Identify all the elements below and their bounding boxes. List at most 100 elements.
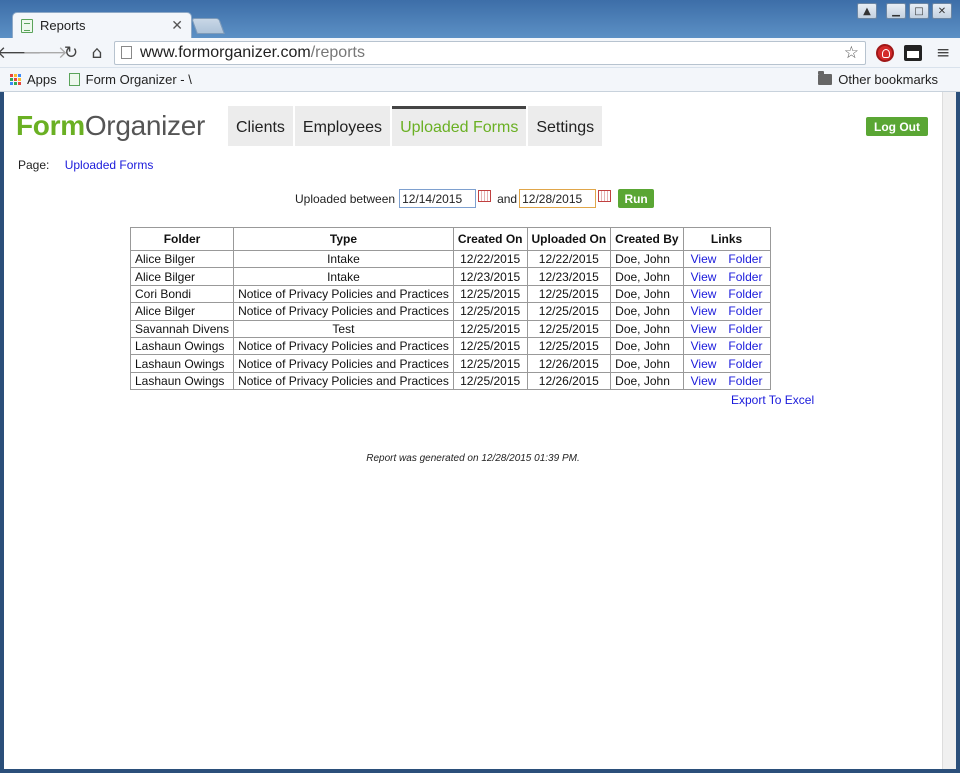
maximize-button[interactable]: □ (909, 3, 929, 19)
run-button[interactable]: Run (618, 189, 655, 208)
folder-link[interactable]: Folder (728, 270, 762, 284)
bookmark-apps[interactable]: Apps (10, 72, 57, 87)
window-frame (0, 769, 960, 773)
logo-organizer: Organizer (84, 110, 206, 141)
cell-created-by: Doe, John (610, 302, 684, 321)
cell-links: View Folder (682, 336, 771, 356)
bookmark-form-organizer[interactable]: Form Organizer - \ (68, 72, 192, 87)
minimize-button[interactable]: ▁ (886, 3, 906, 19)
folder-link[interactable]: Folder (728, 374, 762, 388)
user-profile-icon[interactable]: ▲ (857, 3, 877, 19)
calendar-icon[interactable] (478, 189, 492, 202)
bookmark-form-organizer-label: Form Organizer - \ (85, 72, 192, 87)
bookmark-other-label: Other bookmarks (838, 72, 938, 87)
cell-uploaded-on: 12/25/2015 (526, 319, 612, 338)
window-controls: ▲ ▁ □ ✕ (857, 3, 952, 19)
col-header-links: Links (682, 227, 771, 251)
view-link[interactable]: View (691, 322, 717, 336)
view-link[interactable]: View (691, 374, 717, 388)
nav-tab-clients[interactable]: Clients (228, 106, 293, 146)
tab-close-icon[interactable]: ✕ (171, 18, 183, 34)
col-header-uploaded-on: Uploaded On (526, 227, 612, 251)
folder-link[interactable]: Folder (728, 339, 762, 353)
table-row: Lashaun Owings Notice of Privacy Policies… (129, 354, 771, 373)
folder-link[interactable]: Folder (728, 252, 762, 266)
start-date-input[interactable]: 12/14/2015 (399, 189, 477, 208)
nav-tab-employees[interactable]: Employees (294, 106, 391, 146)
browser-tab-reports[interactable]: Reports ✕ (12, 12, 192, 38)
close-window-button[interactable]: ✕ (932, 3, 952, 19)
apps-grid-icon (10, 74, 21, 85)
new-tab-button[interactable] (191, 18, 225, 34)
cell-type: Notice of Privacy Policies and Practices (233, 302, 454, 321)
cell-folder: Cori Bondi (129, 284, 235, 304)
document-icon (21, 18, 33, 33)
browser-menu-icon[interactable]: ≡ (936, 43, 950, 63)
view-link[interactable]: View (691, 357, 717, 371)
address-bar[interactable]: www.formorganizer.com/reports ☆ (114, 40, 866, 65)
cell-type: Intake (233, 249, 454, 269)
folder-link[interactable]: Folder (728, 304, 762, 318)
cell-created-by: Doe, John (610, 284, 684, 304)
logout-button[interactable]: Log Out (866, 117, 928, 136)
cell-uploaded-on: 12/22/2015 (526, 249, 612, 269)
forward-arrow-icon[interactable]: 🡒 (22, 40, 68, 66)
cell-created-on: 12/25/2015 (452, 354, 528, 373)
view-link[interactable]: View (691, 287, 717, 301)
vertical-scrollbar[interactable] (942, 92, 956, 769)
cell-links: View Folder (682, 267, 771, 286)
cell-created-on: 12/22/2015 (452, 249, 528, 269)
nav-tab-uploaded-forms[interactable]: Uploaded Forms (392, 106, 527, 146)
cell-created-on: 12/23/2015 (452, 267, 528, 286)
cell-uploaded-on: 12/23/2015 (526, 267, 612, 286)
folder-link[interactable]: Folder (728, 322, 762, 336)
cell-type: Notice of Privacy Policies and Practices (233, 371, 454, 391)
view-link[interactable]: View (691, 252, 717, 266)
table-row: Lashaun Owings Notice of Privacy Policies… (129, 371, 771, 391)
end-date-input[interactable]: 12/28/2015 (519, 189, 597, 208)
nav-tab-settings[interactable]: Settings (528, 106, 603, 146)
col-header-folder: Folder (129, 227, 235, 251)
filter-label: Uploaded between (295, 191, 396, 206)
logo-form: Form (16, 110, 85, 141)
reload-icon[interactable]: ↻ (58, 40, 84, 66)
bookmarks-bar: Apps Form Organizer - \ Other bookmarks (0, 68, 960, 92)
cell-type: Notice of Privacy Policies and Practices (233, 284, 454, 304)
folder-link[interactable]: Folder (728, 287, 762, 301)
tab-strip: Reports ✕ ▲ ▁ □ ✕ (0, 0, 960, 38)
url-host: www.formorganizer.com (140, 43, 311, 61)
cell-created-on: 12/25/2015 (452, 284, 528, 304)
extension-dark-icon[interactable] (904, 44, 922, 61)
home-icon[interactable]: ⌂ (84, 40, 110, 66)
cell-created-on: 12/25/2015 (452, 319, 528, 338)
cell-links: View Folder (682, 354, 771, 373)
cell-created-on: 12/25/2015 (452, 336, 528, 356)
breadcrumb-link[interactable]: Uploaded Forms (65, 158, 154, 172)
cell-links: View Folder (682, 284, 771, 304)
bookmark-star-icon[interactable]: ☆ (844, 43, 859, 63)
calendar-icon[interactable] (598, 189, 612, 202)
bookmark-other[interactable]: Other bookmarks (818, 71, 938, 87)
cell-uploaded-on: 12/25/2015 (526, 302, 612, 321)
cell-folder: Alice Bilger (129, 302, 235, 321)
cell-uploaded-on: 12/26/2015 (526, 371, 612, 391)
cell-folder: Lashaun Owings (129, 354, 235, 373)
cell-links: View Folder (682, 319, 771, 338)
col-header-created-by: Created By (610, 227, 684, 251)
folder-link[interactable]: Folder (728, 357, 762, 371)
view-link[interactable]: View (691, 339, 717, 353)
cell-created-by: Doe, John (610, 371, 684, 391)
cell-type: Intake (233, 267, 454, 286)
browser-chrome: Reports ✕ ▲ ▁ □ ✕ 🡐 🡒 ↻ ⌂ www.formorgani… (0, 0, 960, 92)
app-logo[interactable]: FormOrganizer (16, 110, 205, 142)
window-frame (956, 92, 960, 773)
extension-red-icon[interactable] (876, 43, 894, 62)
folder-icon (818, 71, 833, 85)
cell-uploaded-on: 12/26/2015 (526, 354, 612, 373)
export-to-excel-link[interactable]: Export To Excel (731, 393, 814, 407)
view-link[interactable]: View (691, 270, 717, 284)
view-link[interactable]: View (691, 304, 717, 318)
cell-created-by: Doe, John (610, 267, 684, 286)
uploaded-forms-table: Folder Type Created On Uploaded On Creat… (129, 227, 771, 391)
url-text[interactable]: www.formorganizer.com/reports (140, 44, 844, 62)
